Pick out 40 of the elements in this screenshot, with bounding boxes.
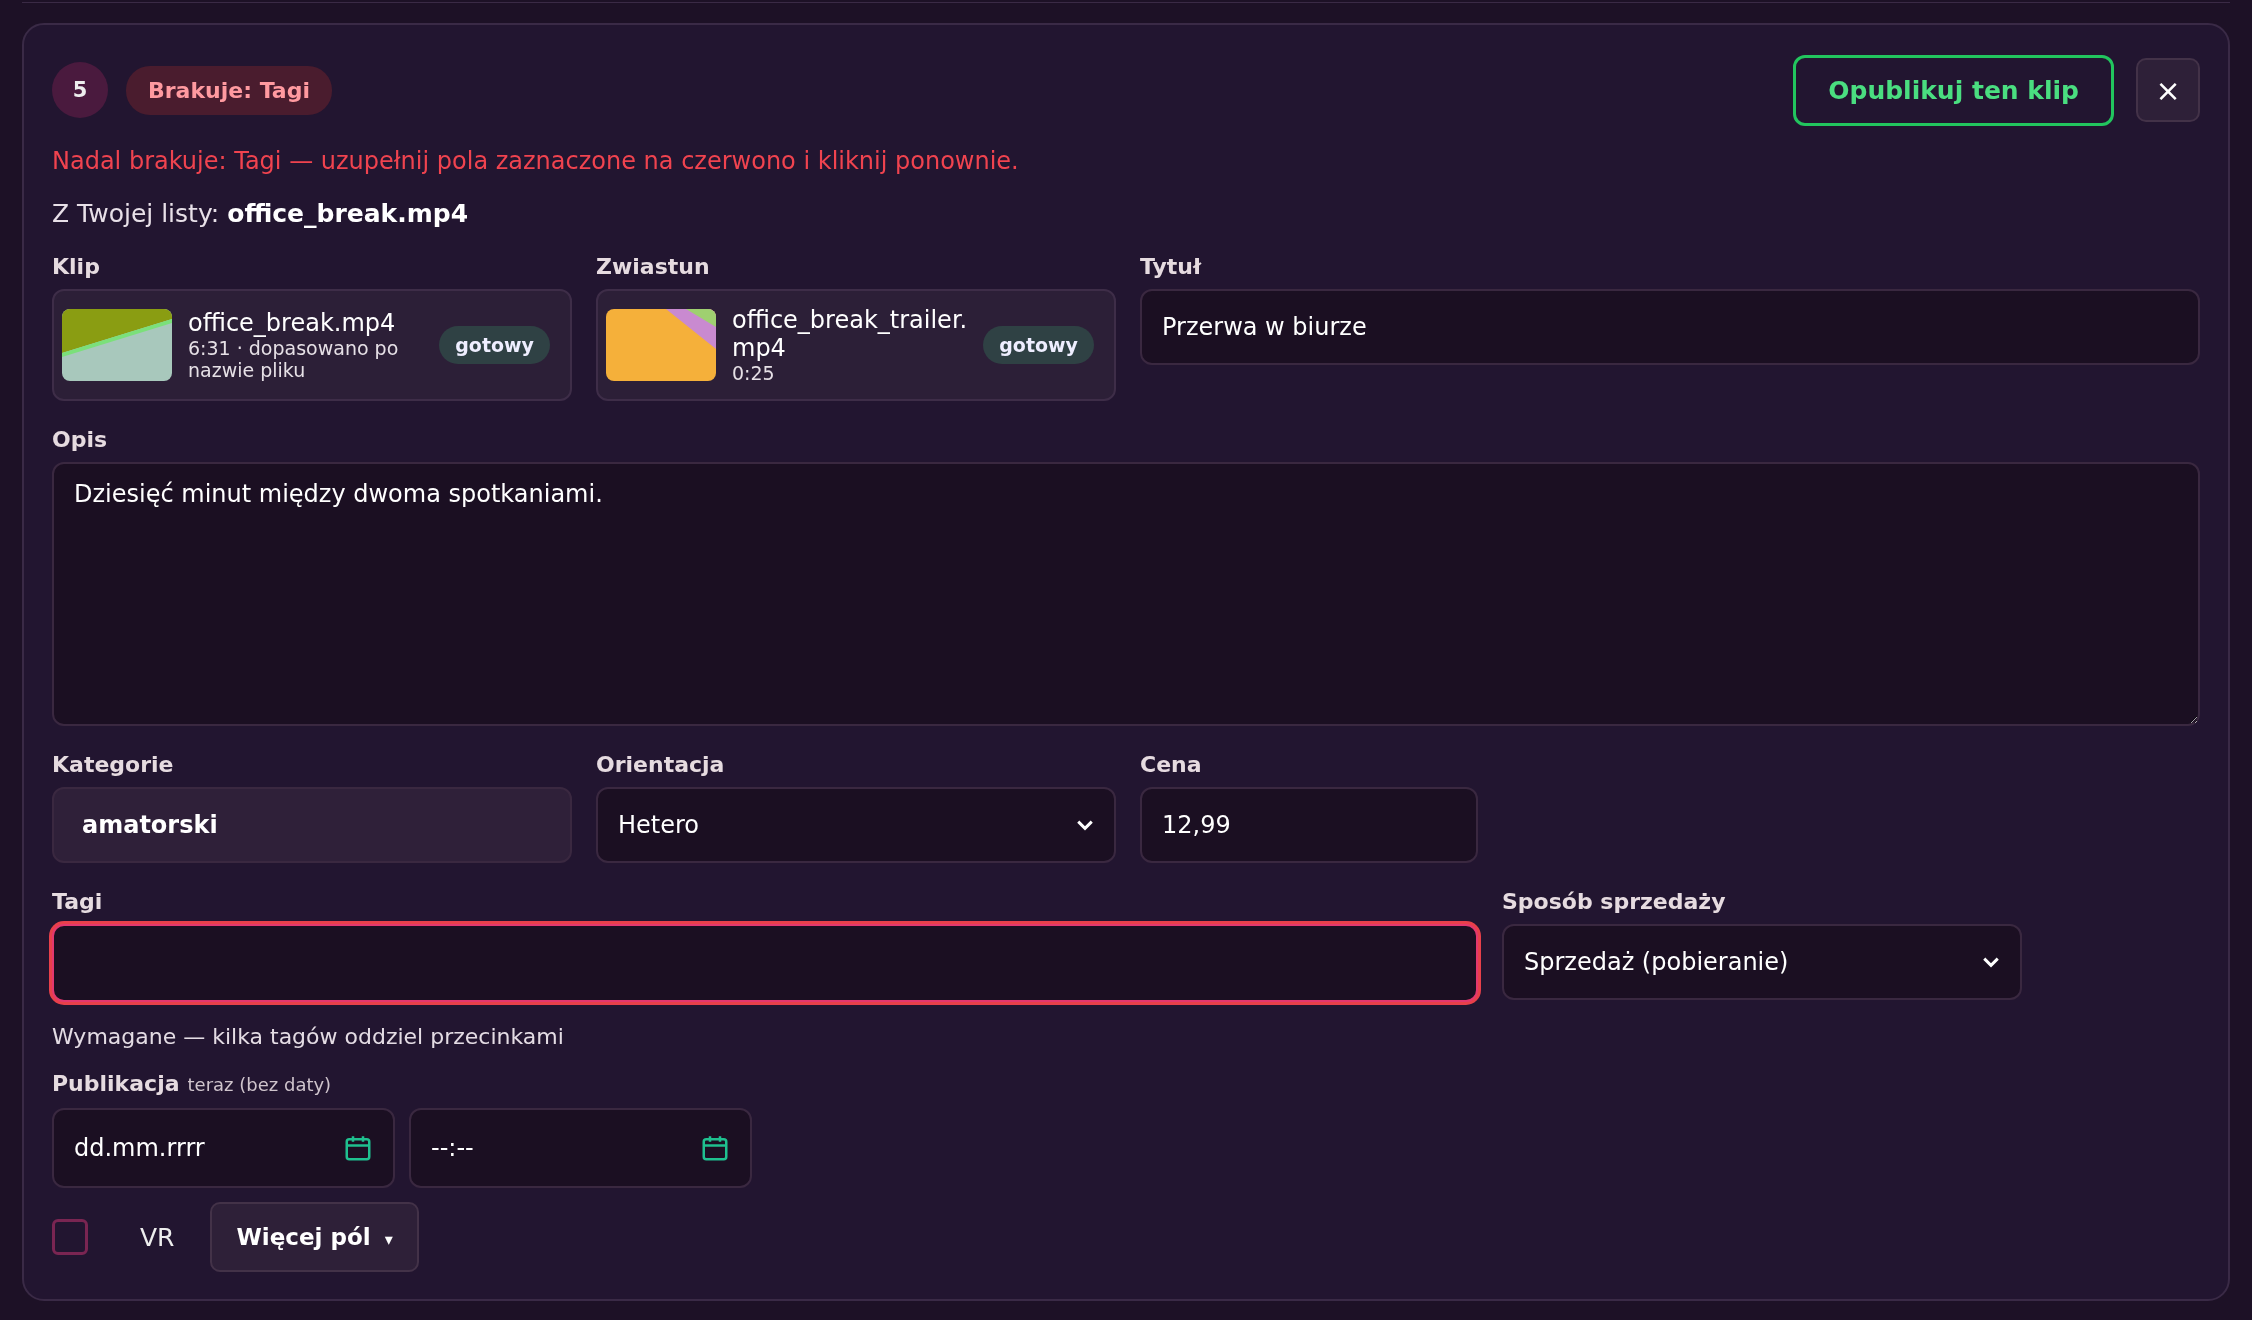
chevron-icon (1982, 956, 2000, 968)
field-label: Opis (52, 427, 109, 452)
vr-checkbox[interactable] (52, 1219, 88, 1255)
step-number: 5 (52, 62, 108, 118)
status-badge: gotowy (983, 326, 1094, 364)
title-field[interactable]: Przerwa w biurze (1140, 289, 2200, 365)
hint-text: Wymagane — kilka tagów oddziel przecinkami (52, 1024, 565, 1049)
sale-mode-select[interactable]: Sprzedaż (pobieranie) (1502, 924, 2022, 1000)
tags-field[interactable] (52, 924, 1478, 1002)
time-field[interactable]: --:-- (409, 1108, 752, 1188)
orientation-select[interactable]: Hetero (596, 787, 1116, 863)
field-label: Zwiastun (596, 254, 711, 279)
field-label: Orientacja (596, 752, 726, 777)
file-meta: 6:31 · dopasowano po nazwie pliku (188, 337, 400, 381)
field-label: Cena (1140, 752, 1203, 777)
file-name: office_break_trailer.mp4 (732, 306, 968, 362)
status-badge: gotowy (439, 326, 550, 364)
field-label: Tytuł (1140, 254, 1203, 279)
more-fields-button[interactable]: Więcej pól ▾ (210, 1202, 419, 1272)
date-field[interactable]: dd.mm.rrrr (52, 1108, 395, 1188)
close-button[interactable]: × (2136, 58, 2200, 122)
publish-button[interactable]: Opublikuj ten klip (1793, 54, 2114, 126)
field-label: Kategorie (52, 752, 175, 777)
field-label: Sposób sprzedaży (1502, 889, 1727, 914)
file-name: office_break.mp4 (188, 309, 397, 337)
category-field[interactable]: amatorski (52, 787, 572, 863)
chevron-icon (1076, 819, 1094, 831)
error-message: Nadal brakuje: Tagi — uzupełnij pola zaznaczone na czerwono i kliknij ponownie. (52, 147, 1020, 175)
file-meta: 0:25 (732, 362, 776, 384)
source-text: Z Twojej listy: office_break.mp4 (52, 199, 470, 228)
calendar-icon[interactable] (700, 1133, 730, 1163)
calendar-icon[interactable] (343, 1133, 373, 1163)
vr-label: VR (140, 1222, 175, 1252)
description-field[interactable]: Dziesięć minut między dwoma spotkaniami. (52, 462, 2200, 726)
field-label: Publikacja (52, 1071, 180, 1096)
field-label: Tagi (52, 889, 104, 914)
missing-badge: Brakuje: Tagi (126, 65, 332, 115)
field-label: Klip (52, 254, 101, 279)
price-field[interactable]: 12,99 (1140, 787, 1478, 863)
publication-note: teraz (bez daty) (187, 1074, 332, 1095)
